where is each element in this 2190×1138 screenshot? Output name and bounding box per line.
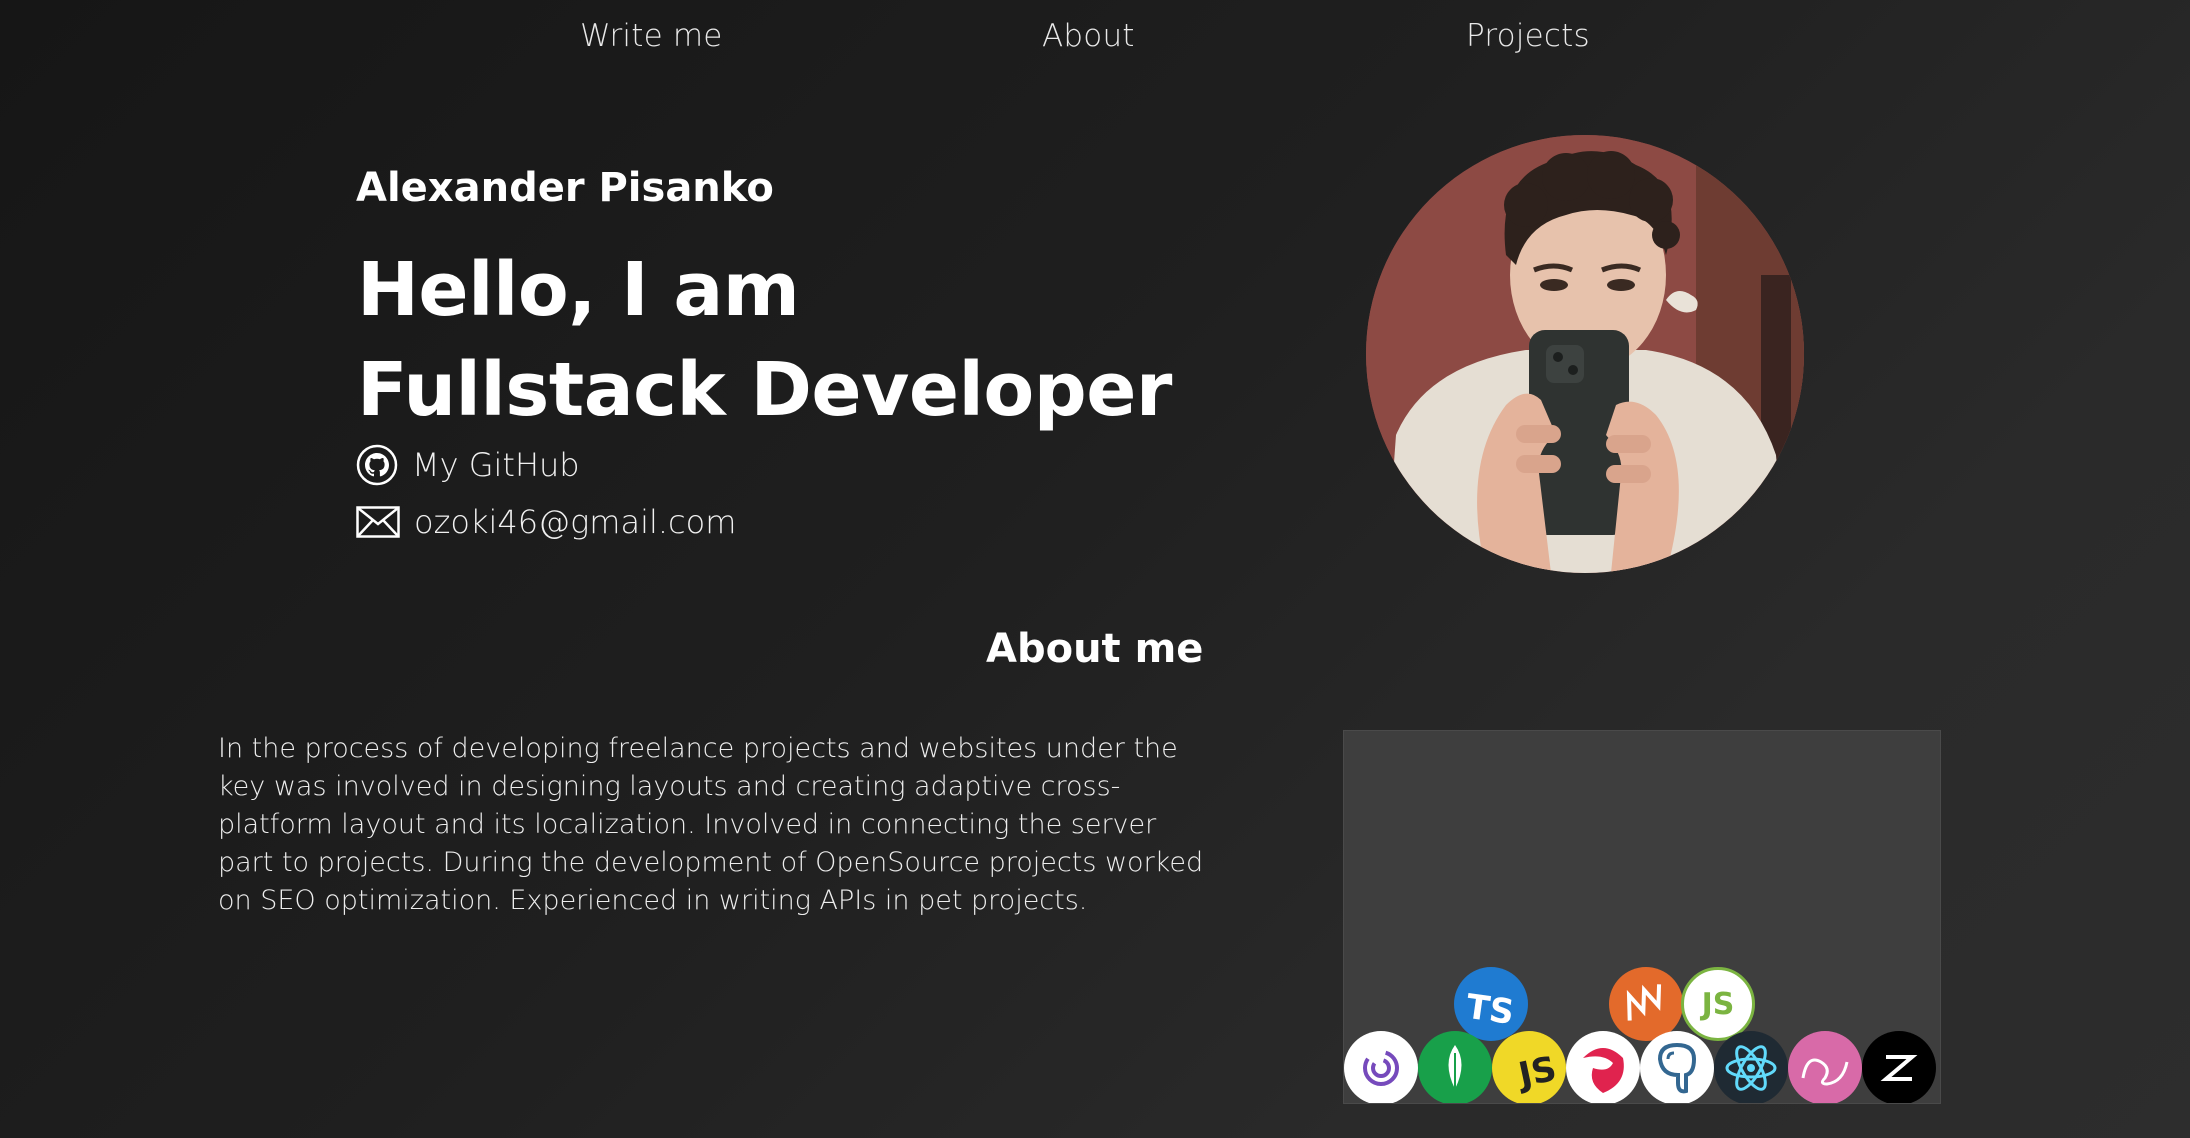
email-address: ozoki46@gmail.com	[414, 503, 737, 541]
redis-icon[interactable]	[1788, 1031, 1862, 1103]
github-label: My GitHub	[412, 446, 580, 484]
avatar	[1366, 135, 1804, 573]
hero-title: Hello, I am Fullstack Developer	[357, 240, 1172, 440]
email-link[interactable]: ozoki46@gmail.com	[356, 503, 736, 541]
postgresql-icon[interactable]	[1640, 1031, 1714, 1103]
nav-about[interactable]: About	[1042, 18, 1135, 54]
mail-icon	[356, 506, 400, 538]
author-name: Alexander Pisanko	[356, 165, 774, 211]
nodejs-icon[interactable]: JS	[1681, 967, 1755, 1041]
nestjs-icon[interactable]	[1566, 1031, 1640, 1103]
hero-title-line2: Fullstack Developer	[357, 347, 1172, 433]
typescript-icon[interactable]: TS	[1454, 967, 1528, 1041]
github-link[interactable]: My GitHub	[356, 444, 580, 486]
redux-icon[interactable]	[1344, 1031, 1418, 1103]
nextjs-icon[interactable]	[1862, 1031, 1936, 1103]
portfolio-page: Write me About Projects Alexander Pisank…	[0, 0, 2190, 1138]
hero-title-line1: Hello, I am	[357, 247, 800, 333]
nav-write-me[interactable]: Write me	[580, 18, 723, 54]
javascript-label: JS	[1515, 1048, 1561, 1096]
nodejs-label: JS	[1701, 986, 1735, 1022]
typescript-label: TS	[1463, 986, 1517, 1034]
github-icon	[356, 444, 398, 486]
nav-projects[interactable]: Projects	[1466, 18, 1590, 54]
tech-stack-box[interactable]: TS JS JS	[1343, 730, 1941, 1104]
about-text: In the process of developing freelance p…	[218, 733, 1204, 916]
react-icon[interactable]	[1714, 1031, 1788, 1103]
javascript-icon[interactable]: JS	[1492, 1031, 1566, 1103]
kotlin-icon[interactable]	[1609, 967, 1683, 1041]
mongodb-icon[interactable]	[1418, 1031, 1492, 1103]
about-heading: About me	[986, 626, 1204, 672]
